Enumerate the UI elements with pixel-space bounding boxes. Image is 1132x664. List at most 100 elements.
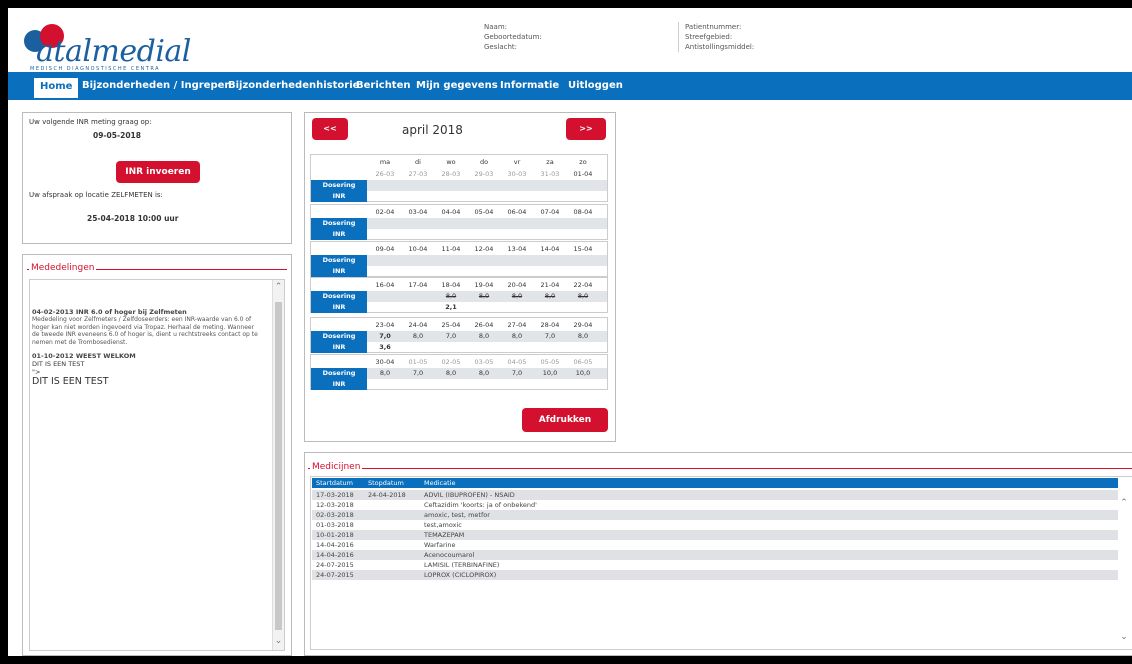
medicijnen-scrollbar[interactable]: ⌃ ⌄ [1118,488,1130,646]
calendar-date[interactable]: 14-04 [534,245,566,253]
table-row[interactable]: 14-04-2016 Warfarine [312,540,1118,550]
nav-berichten[interactable]: Berichten [356,80,411,100]
calendar-week: 23-04 24-04 25-04 26-04 27-04 28-04 29-04 Doser… [310,317,608,353]
mededelingen-scrollbar[interactable]: ⌃ ⌄ [272,280,284,650]
table-row[interactable]: 01-03-2018 test,amoxic [312,520,1118,530]
calendar-date[interactable]: 04-04 [435,208,467,216]
calendar-date[interactable]: 26-03 [369,170,401,178]
patient-info-right: Patientnummer: Streefgebied: Antistollin… [678,22,754,52]
calendar-date[interactable]: 06-05 [567,358,599,366]
cell-stopdatum: 24-04-2018 [368,491,406,499]
calendar-date[interactable]: 28-03 [435,170,467,178]
message-2-title: 01-10-2012 WEEST WELKOM [32,352,136,360]
calendar-date[interactable]: 02-05 [435,358,467,366]
calendar-date[interactable]: 01-04 [567,170,599,178]
calendar-date[interactable]: 13-04 [501,245,533,253]
table-row[interactable]: 02-03-2018 amoxic, test, metfor [312,510,1118,520]
nav-uitloggen[interactable]: Uitloggen [568,80,623,100]
logo-text: atalmedial [36,34,191,69]
calendar-date[interactable]: 21-04 [534,281,566,289]
calendar-date[interactable]: 05-05 [534,358,566,366]
table-row[interactable]: 10-01-2018 TEMAZEPAM [312,530,1118,540]
day-name: vr [513,158,521,166]
calendar-date[interactable]: 30-03 [501,170,533,178]
nav-mijn-gegevens[interactable]: Mijn gegevens [416,80,498,100]
calendar-date[interactable]: 10-04 [402,245,434,253]
afdrukken-button[interactable]: Afdrukken [522,408,608,432]
main-nav: Home Bijzonderheden / Ingrepen Bijzonder… [8,72,1132,100]
dosering-value: 8,0 [445,292,457,300]
table-row[interactable]: 12-03-2018 Ceftazidim 'koorts: ja of onbe… [312,500,1118,510]
calendar-date[interactable]: 27-04 [501,321,533,329]
anticoagulant-label: Antistollingsmiddel: [685,43,755,51]
calendar-date[interactable]: 04-05 [501,358,533,366]
calendar-date[interactable]: 02-04 [369,208,401,216]
prev-month-button[interactable]: << [312,118,348,140]
calendar-date[interactable]: 18-04 [435,281,467,289]
calendar-date[interactable]: 28-04 [534,321,566,329]
inr-invoeren-button[interactable]: INR invoeren [116,161,200,183]
logo[interactable]: atalmedial MEDISCH DIAGNOSTISCHE CENTRA [20,20,191,72]
calendar-date[interactable]: 01-05 [402,358,434,366]
calendar-date[interactable]: 09-04 [369,245,401,253]
calendar-date[interactable]: 27-03 [402,170,434,178]
mededelingen-box[interactable]: 04-02-2013 INR 6.0 of hoger bij Zelfmete… [29,279,285,651]
calendar-date[interactable]: 07-04 [534,208,566,216]
calendar-date[interactable]: 25-04 [435,321,467,329]
table-row[interactable]: 17-03-2018 24-04-2018 ADVIL (IBUPROFEN) - … [312,490,1118,500]
patientnumber-label: Patientnummer: [685,23,742,31]
calendar-date[interactable]: 03-04 [402,208,434,216]
calendar-date[interactable]: 17-04 [402,281,434,289]
mededelingen-legend: Mededelingen [29,263,97,273]
calendar-date[interactable]: 16-04 [369,281,401,289]
dosering-value: 8,0 [577,332,589,340]
calendar-date[interactable]: 03-05 [468,358,500,366]
col-stopdatum[interactable]: Stopdatum [368,478,404,488]
scroll-thumb[interactable] [275,302,282,630]
target-range-label: Streefgebied: [685,33,733,41]
calendar-date[interactable]: 29-03 [468,170,500,178]
inr-label: INR [311,342,367,353]
nav-home[interactable]: Home [34,78,79,98]
calendar-date[interactable]: 31-03 [534,170,566,178]
nav-bijzonderheden[interactable]: Bijzonderheden / Ingrepen [82,80,232,100]
calendar-date[interactable]: 30-04 [369,358,401,366]
dosering-value: 7,0 [412,369,424,377]
calendar-date[interactable]: 12-04 [468,245,500,253]
calendar-date[interactable]: 24-04 [402,321,434,329]
chevron-down-icon[interactable]: ⌄ [273,636,284,646]
calendar-date[interactable]: 11-04 [435,245,467,253]
message-2-line-1: DIT IS EEN TEST [32,360,85,368]
calendar-date[interactable]: 15-04 [567,245,599,253]
calendar-date[interactable]: 08-04 [567,208,599,216]
calendar-date[interactable]: 23-04 [369,321,401,329]
chevron-up-icon[interactable]: ⌃ [273,282,284,292]
mededelingen-panel: Mededelingen 04-02-2013 INR 6.0 of hoger… [22,254,292,656]
table-row[interactable]: 24-07-2015 LAMISIL (TERBINAFINE) [312,560,1118,570]
calendar-date[interactable]: 05-04 [468,208,500,216]
calendar-date[interactable]: 29-04 [567,321,599,329]
table-row[interactable]: 24-07-2015 LOPROX (CICLOPIROX) [312,570,1118,580]
message-1-title: 04-02-2013 INR 6.0 of hoger bij Zelfmete… [32,308,187,316]
nav-informatie[interactable]: Informatie [500,80,559,100]
cell-medicatie: LOPROX (CICLOPIROX) [424,571,497,579]
next-month-button[interactable]: >> [566,118,606,140]
gender-label: Geslacht: [484,43,518,51]
table-row[interactable]: 14-04-2016 Acenocoumarol [312,550,1118,560]
calendar-date[interactable]: 19-04 [468,281,500,289]
calendar-date[interactable]: 06-04 [501,208,533,216]
chevron-down-icon[interactable]: ⌄ [1118,632,1130,642]
col-startdatum[interactable]: Startdatum [316,478,353,488]
col-medicatie[interactable]: Medicatie [424,478,455,488]
appointment-date: 25-04-2018 10:00 uur [87,214,179,223]
chevron-up-icon[interactable]: ⌃ [1118,498,1130,508]
calendar-date[interactable]: 20-04 [501,281,533,289]
calendar-week: 02-04 03-04 04-04 05-04 06-04 07-04 08-04 Doser… [310,204,608,240]
cell-medicatie: TEMAZEPAM [424,531,465,539]
calendar-date[interactable]: 26-04 [468,321,500,329]
calendar-date[interactable]: 22-04 [567,281,599,289]
inr-label: INR [311,266,367,277]
nav-bijzonderhedenhistorie[interactable]: Bijzonderhedenhistorie [228,80,359,100]
medicijnen-legend: Medicijnen [310,462,363,472]
cell-medicatie: test,amoxic [424,521,462,529]
